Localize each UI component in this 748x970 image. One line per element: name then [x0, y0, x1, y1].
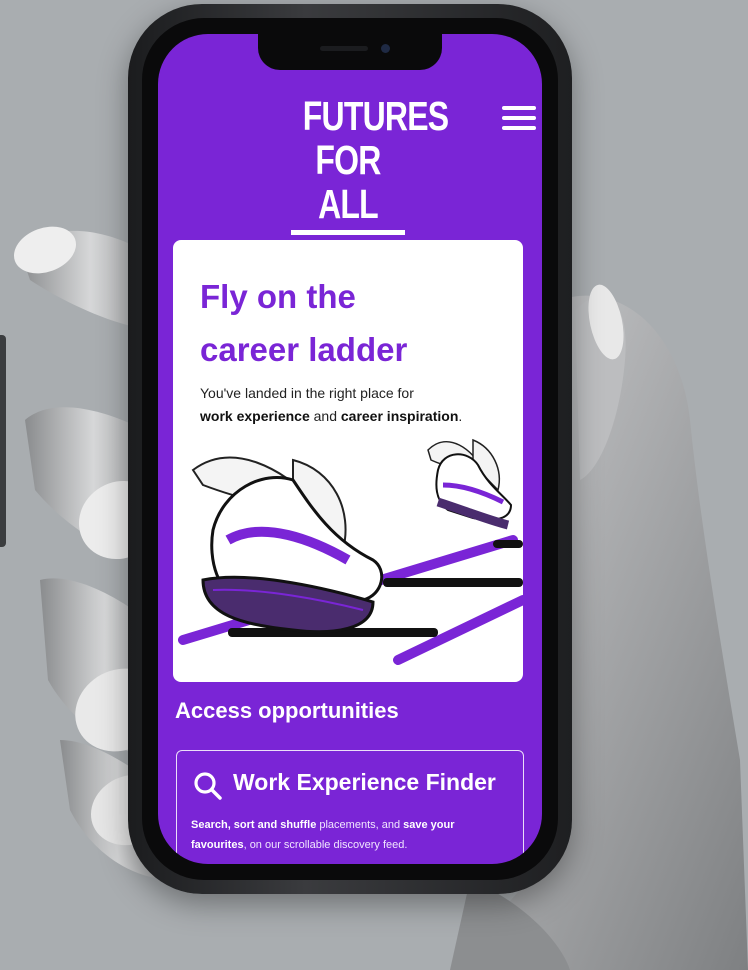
intro-text: . — [458, 408, 463, 424]
brand-logo[interactable]: FUTURES FOR ALL — [290, 93, 449, 235]
intro-text: You've landed in the right place for — [200, 385, 414, 401]
menu-bar — [502, 126, 536, 130]
finder-title: Work Experience Finder — [233, 769, 496, 795]
intro-text: and — [313, 408, 337, 424]
winged-sneakers-illustration — [178, 438, 523, 665]
menu-bar — [502, 106, 536, 110]
side-tab — [0, 335, 6, 547]
brand-line1: FUTURES — [302, 93, 449, 139]
hero-title-line1: Fly on the — [200, 278, 356, 315]
search-icon — [194, 772, 222, 800]
intro-bold-work: work experience — [200, 408, 310, 424]
phone-notch — [258, 34, 442, 70]
phone-frame: FUTURES FOR ALL Fly on the career ladder… — [128, 4, 572, 894]
work-experience-finder-card[interactable]: Work Experience Finder Search, sort and … — [176, 750, 524, 864]
finder-desc-text: placements, and — [319, 819, 401, 831]
section-title-access: Access opportunities — [175, 698, 399, 723]
speaker-grille — [320, 46, 368, 51]
hero-card: Fly on the career ladder You've landed i… — [173, 240, 523, 682]
hamburger-icon[interactable] — [502, 106, 536, 132]
brand-underline — [291, 230, 405, 235]
finder-desc-bold: Search, sort and shuffle — [191, 819, 317, 831]
camera-icon — [381, 44, 390, 53]
finder-description: Search, sort and shuffle placements, and… — [191, 815, 501, 855]
brand-line2: FOR ALL — [315, 137, 381, 227]
hero-title-line2: career ladder — [200, 331, 408, 368]
hero-title: Fly on the career ladder — [200, 270, 500, 376]
phone-screen: FUTURES FOR ALL Fly on the career ladder… — [158, 34, 542, 864]
intro-bold-career: career inspiration — [340, 408, 459, 424]
hero-intro: You've landed in the right place for wor… — [200, 382, 510, 428]
finder-desc-text: , on our scrollable discovery feed. — [243, 839, 408, 851]
menu-bar — [502, 116, 536, 120]
